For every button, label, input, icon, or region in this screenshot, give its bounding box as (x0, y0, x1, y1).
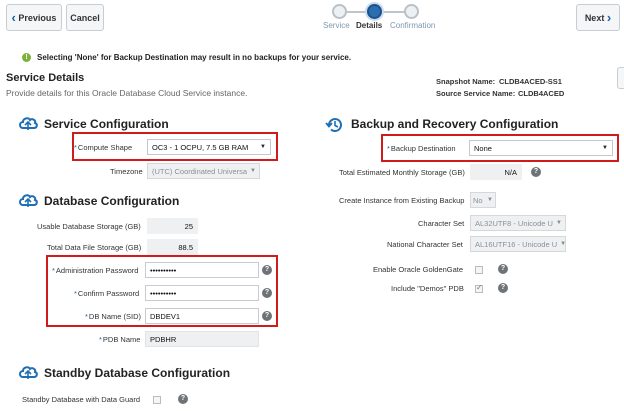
snapshot-value: CLDB4ACED-SS1 (499, 77, 562, 86)
timezone-label: Timezone (110, 167, 143, 176)
highlight-db-credentials (46, 255, 278, 327)
timezone-select: (UTC) Coordinated Universa ▼ (147, 163, 260, 179)
warning-message: Selecting 'None' for Backup Destination … (37, 53, 352, 62)
demos-pdb-checkbox[interactable] (475, 283, 483, 293)
create-instance-label: Create Instance from Existing Backup (339, 196, 465, 205)
train-label-confirmation[interactable]: Confirmation (390, 21, 435, 30)
dropdown-caret-icon: ▼ (560, 241, 566, 247)
train-label-details: Details (356, 21, 383, 30)
cancel-label: Cancel (70, 12, 100, 23)
demos-pdb-label: Include "Demos" PDB (391, 284, 464, 293)
service-configuration-title: Service Configuration (44, 117, 169, 131)
service-details-subtitle: Provide details for this Oracle Database… (6, 88, 248, 98)
ncharset-select: AL16UTF16 - Unicode U ▼ (470, 236, 566, 252)
right-edge-tab[interactable] (617, 67, 624, 89)
total-storage-value: 88.5 (147, 239, 198, 255)
required-marker: * (99, 335, 102, 344)
cloud-database-icon (19, 194, 38, 207)
charset-value: AL32UTF8 - Unicode U (475, 218, 553, 228)
dropdown-caret-icon: ▼ (555, 220, 562, 226)
highlight-compute-shape (72, 132, 278, 161)
pdb-name-value: PDBHR (145, 331, 259, 347)
previous-button[interactable]: ‹ Previous (6, 4, 62, 31)
next-button[interactable]: Next › (576, 4, 620, 31)
total-storage-label: Total Data File Storage (GB) (47, 243, 142, 252)
next-label: Next (584, 12, 605, 23)
charset-label: Character Set (418, 219, 465, 228)
train-label-service[interactable]: Service (323, 21, 350, 30)
monthly-storage-label: Total Estimated Monthly Storage (GB) (339, 168, 465, 177)
help-icon[interactable]: ? (498, 264, 508, 274)
train-step-confirmation[interactable] (404, 4, 419, 19)
chevron-right-icon: › (606, 10, 612, 25)
dataguard-label: Standby Database with Data Guard (22, 395, 140, 404)
backup-recovery-icon (325, 118, 342, 133)
warning-icon: ! (22, 53, 31, 62)
database-configuration-title: Database Configuration (44, 194, 180, 208)
service-details-title: Service Details (6, 72, 85, 84)
goldengate-label: Enable Oracle GoldenGate (373, 265, 464, 274)
help-icon[interactable]: ? (498, 283, 508, 293)
snapshot-label: Snapshot Name: (436, 77, 496, 86)
previous-label: Previous (18, 12, 57, 23)
create-instance-value: No (473, 195, 483, 205)
cloud-standby-icon (19, 366, 38, 379)
create-service-details-page: ‹ Previous Cancel Next › Service Details… (0, 0, 624, 411)
ncharset-value: AL16UTF16 - Unicode U (475, 239, 558, 249)
backup-recovery-title: Backup and Recovery Configuration (351, 117, 559, 131)
source-service-label: Source Service Name: (436, 89, 516, 98)
dataguard-checkbox[interactable] (153, 396, 161, 404)
monthly-storage-value: N/A (470, 164, 522, 180)
charset-select: AL32UTF8 - Unicode U ▼ (470, 215, 566, 231)
train-step-details (367, 4, 382, 19)
ncharset-label: National Character Set (387, 240, 463, 249)
standby-configuration-title: Standby Database Configuration (44, 366, 231, 380)
source-service-value: CLDB4ACED (518, 89, 565, 98)
timezone-value: (UTC) Coordinated Universa (152, 166, 248, 176)
dropdown-caret-icon: ▼ (250, 168, 256, 174)
pdb-name-label: *PDB Name (99, 335, 141, 344)
dropdown-caret-icon: ▼ (487, 197, 493, 203)
cloud-upload-icon (19, 117, 38, 130)
goldengate-checkbox[interactable] (475, 266, 483, 274)
highlight-backup-destination (381, 134, 619, 162)
create-instance-select: No ▼ (470, 192, 496, 208)
help-icon[interactable]: ? (178, 394, 188, 404)
help-icon[interactable]: ? (531, 167, 541, 177)
chevron-left-icon: ‹ (11, 10, 16, 25)
train-step-service[interactable] (332, 4, 347, 19)
usable-storage-value: 25 (147, 218, 198, 234)
usable-storage-label: Usable Database Storage (GB) (37, 222, 141, 231)
cancel-button[interactable]: Cancel (66, 4, 104, 31)
